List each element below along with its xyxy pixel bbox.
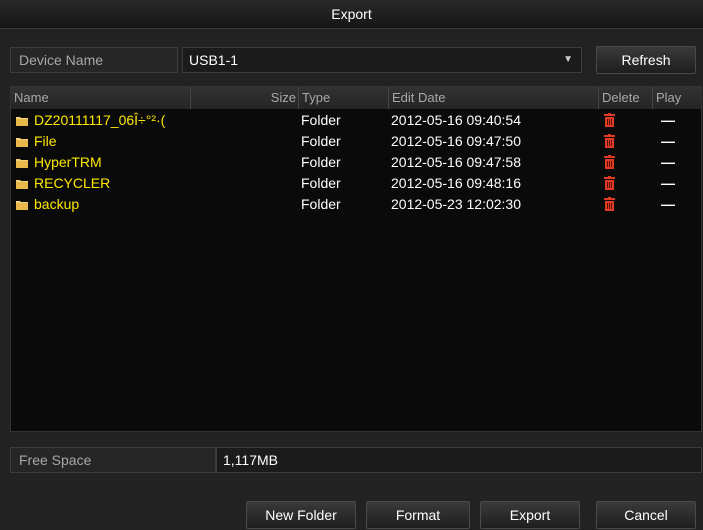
play-button[interactable]: — [661,130,691,152]
column-header-name[interactable]: Name [11,87,191,109]
trash-icon [603,153,616,169]
file-edit-date: 2012-05-16 09:47:50 [391,133,521,149]
folder-icon [16,173,28,189]
play-button[interactable]: — [661,151,691,173]
new-folder-button[interactable]: New Folder [246,501,356,529]
dash-icon: — [661,154,675,170]
dash-icon: — [661,133,675,149]
file-type: Folder [301,112,341,128]
file-edit-date: 2012-05-16 09:40:54 [391,112,521,128]
file-name: backup [34,196,80,212]
folder-icon [16,194,28,210]
folder-icon [16,152,28,168]
delete-button[interactable] [603,109,643,131]
file-name-cell[interactable]: DZ20111117_06Î÷°²·( [16,109,191,131]
trash-icon [603,195,616,211]
column-header-play: Play [656,90,682,105]
column-header-edit-date[interactable]: Edit Date [389,87,599,109]
table-row[interactable]: HyperTRM Folder 2012-05-16 09:47:58 — [11,151,701,173]
column-header-delete: Delete [599,87,653,109]
device-name-value: USB1-1 [189,52,239,68]
trash-icon [603,132,616,148]
free-space-label: Free Space [10,447,216,473]
table-row[interactable]: DZ20111117_06Î÷°²·( Folder 2012-05-16 09:4… [11,109,701,131]
file-name: RECYCLER [34,175,111,191]
file-edit-date: 2012-05-23 12:02:30 [391,196,521,212]
file-type: Folder [301,133,341,149]
file-name: HyperTRM [34,154,102,170]
refresh-button[interactable]: Refresh [596,46,696,74]
free-space-value: 1,117MB [216,447,702,473]
file-edit-date: 2012-05-16 09:47:58 [391,154,521,170]
trash-icon [603,174,616,190]
file-type: Folder [301,196,341,212]
table-row[interactable]: backup Folder 2012-05-23 12:02:30 — [11,193,701,215]
table-row[interactable]: File Folder 2012-05-16 09:47:50 — [11,130,701,152]
play-button[interactable]: — [661,109,691,131]
dash-icon: — [661,196,675,212]
play-button[interactable]: — [661,172,691,194]
column-header-size[interactable]: Size [191,87,299,109]
column-header-type[interactable]: Type [299,87,389,109]
dash-icon: — [661,175,675,191]
file-type: Folder [301,175,341,191]
delete-button[interactable] [603,130,643,152]
delete-button[interactable] [603,172,643,194]
file-name-cell[interactable]: HyperTRM [16,151,191,173]
trash-icon [603,111,616,127]
export-button[interactable]: Export [480,501,580,529]
file-name-cell[interactable]: RECYCLER [16,172,191,194]
file-type: Folder [301,154,341,170]
table-header: Name Size Type Edit Date Delete Play [11,87,701,109]
folder-icon [16,131,28,147]
file-table: Name Size Type Edit Date Delete Play DZ2… [10,86,702,432]
cancel-button[interactable]: Cancel [596,501,696,529]
file-edit-date: 2012-05-16 09:48:16 [391,175,521,191]
format-button[interactable]: Format [366,501,470,529]
play-button[interactable]: — [661,193,691,215]
delete-button[interactable] [603,151,643,173]
device-name-label: Device Name [10,47,178,73]
file-name-cell[interactable]: File [16,130,191,152]
file-name: DZ20111117_06Î÷°²·( [34,112,166,128]
file-name: File [34,133,57,149]
folder-icon [16,110,28,126]
dash-icon: — [661,112,675,128]
device-name-select[interactable]: USB1-1 ▼ [182,47,582,73]
dialog-title: Export [0,0,703,29]
delete-button[interactable] [603,193,643,215]
table-row[interactable]: RECYCLER Folder 2012-05-16 09:48:16 — [11,172,701,194]
chevron-down-icon: ▼ [563,54,573,65]
file-name-cell[interactable]: backup [16,193,191,215]
